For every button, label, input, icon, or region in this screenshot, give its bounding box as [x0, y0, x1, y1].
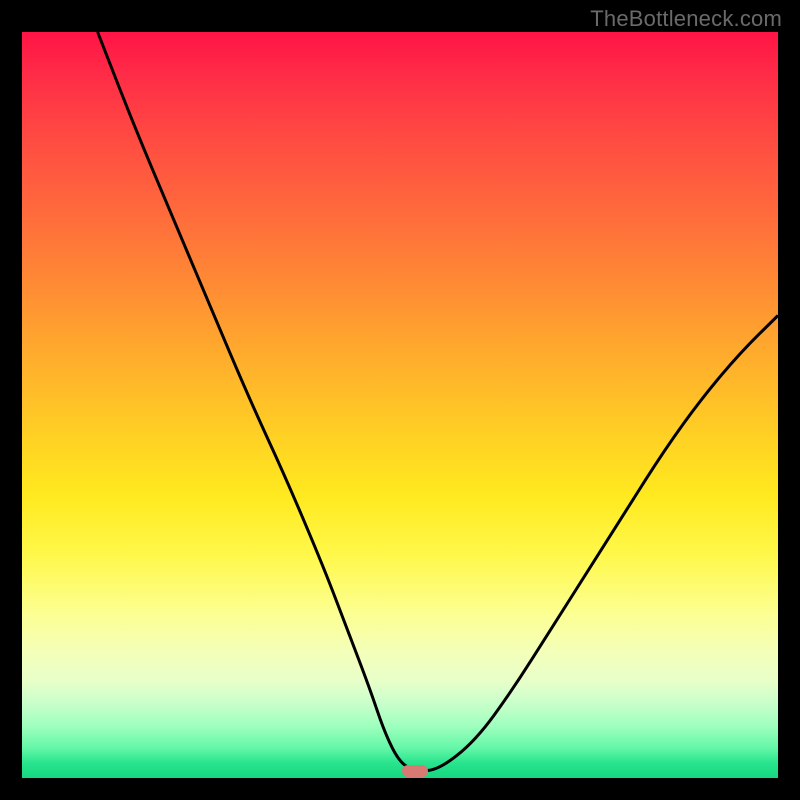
curve-svg [22, 32, 778, 778]
watermark-text: TheBottleneck.com [590, 6, 782, 32]
plot-area [22, 32, 778, 778]
chart-frame: TheBottleneck.com [0, 0, 800, 800]
optimal-marker [402, 765, 428, 777]
bottleneck-curve [98, 32, 778, 771]
